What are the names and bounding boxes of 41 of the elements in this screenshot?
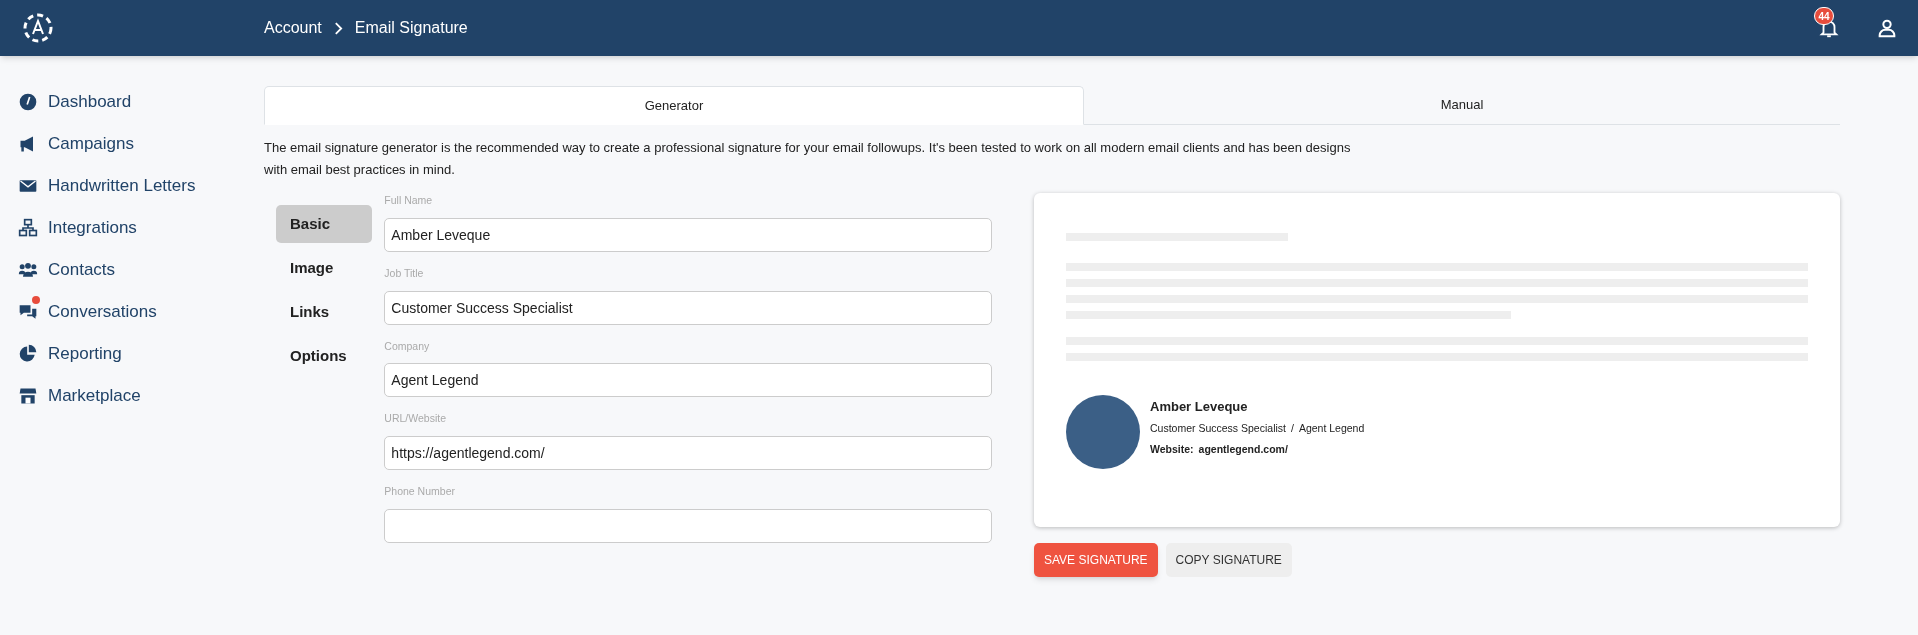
field-label: URL/Website bbox=[384, 411, 447, 427]
sidebar-item[interactable]: Handwritten Letters bbox=[18, 170, 264, 201]
input-field[interactable]: https://agentlegend.com/ bbox=[384, 436, 992, 470]
sidebar-item[interactable]: Marketplace bbox=[18, 380, 264, 411]
input-field[interactable]: Amber Leveque bbox=[384, 217, 992, 252]
notification-badge: 44 bbox=[1814, 7, 1834, 25]
separator-text: / bbox=[1290, 420, 1294, 436]
sidebar-item[interactable]: Contacts bbox=[18, 254, 264, 285]
signature-job-title: Customer Success Specialist bbox=[1150, 420, 1286, 436]
input-field[interactable]: Customer Success Specialist bbox=[384, 290, 992, 325]
breadcrumb-link[interactable]: Account bbox=[264, 16, 322, 40]
save-button[interactable]: SAVE SIGNATURE bbox=[1034, 543, 1158, 577]
description-text: The email signature generator is the recommended way to create a professional signature for your email followups. It's been tested to work on all modern email clients and has been designs with email best practices in mind. bbox=[264, 139, 1352, 179]
input-field[interactable]: Agent Legend bbox=[384, 363, 992, 398]
section-tab[interactable]: Links bbox=[276, 293, 373, 331]
field-label: Full Name bbox=[384, 193, 434, 208]
tab[interactable]: Manual bbox=[1084, 86, 1840, 124]
input-field[interactable] bbox=[384, 508, 992, 543]
section-tab[interactable]: Basic bbox=[276, 205, 373, 243]
breadcrumb-current: Email Signature bbox=[354, 18, 468, 38]
chevron-right-icon bbox=[333, 21, 343, 35]
sidebar-item[interactable]: Reporting bbox=[18, 338, 264, 369]
field-label: Phone Number bbox=[384, 484, 456, 499]
section-tab[interactable]: Image bbox=[276, 249, 373, 287]
network-icon bbox=[18, 217, 38, 238]
section-tab[interactable]: Options bbox=[276, 337, 373, 375]
signature-company: Agent Legend bbox=[1298, 420, 1365, 436]
gauge-icon bbox=[18, 91, 38, 112]
website-label: Website: bbox=[1150, 442, 1194, 458]
field-label: Company bbox=[384, 338, 431, 354]
sidebar-item[interactable]: Dashboard bbox=[18, 86, 264, 117]
tab[interactable]: Generator bbox=[264, 86, 1084, 125]
sidebar-item[interactable]: Campaigns bbox=[18, 128, 264, 159]
sidebar-item[interactable]: Integrations bbox=[18, 212, 264, 243]
sidebar-item[interactable]: Conversations bbox=[18, 296, 264, 327]
field-label: Job Title bbox=[384, 265, 425, 281]
signature-website: agentlegend.com/ bbox=[1198, 442, 1288, 458]
copy-button[interactable]: COPY SIGNATURE bbox=[1165, 543, 1292, 577]
signature-name: Amber Leveque bbox=[1150, 398, 1249, 416]
pie-chart-icon bbox=[18, 343, 38, 364]
user-icon[interactable] bbox=[1876, 17, 1898, 39]
